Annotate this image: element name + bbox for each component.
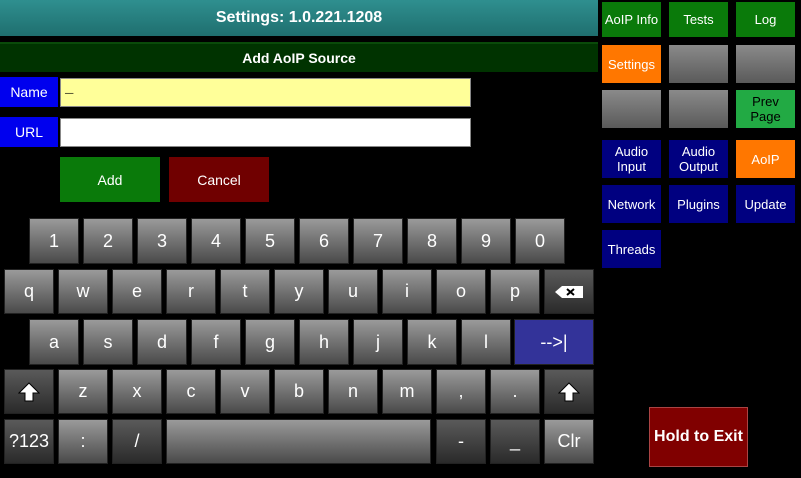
underscore-key[interactable]: _ [490,419,540,464]
name-label: Name [0,77,58,107]
nav-blank-3[interactable] [601,89,662,129]
key-row1-2[interactable]: e [112,269,162,314]
key-digits-4[interactable]: 5 [245,218,295,264]
nav-tests[interactable]: Tests [668,1,729,38]
key-row1-7[interactable]: i [382,269,432,314]
shift-icon [558,381,580,401]
nav-threads[interactable]: Threads [601,229,662,269]
key-row1-4[interactable]: t [220,269,270,314]
key-row1-0[interactable]: q [4,269,54,314]
key-row3-7[interactable]: , [436,369,486,414]
clear-key[interactable]: Clr [544,419,594,464]
key-row3-8[interactable]: . [490,369,540,414]
nav-log[interactable]: Log [735,1,796,38]
add-button[interactable]: Add [60,157,160,202]
slash-key[interactable]: / [112,419,162,464]
key-row2-4[interactable]: g [245,319,295,365]
dialog-title: Add AoIP Source [0,42,598,72]
key-row1-8[interactable]: o [436,269,486,314]
nav-audio-output[interactable]: Audio Output [668,139,729,179]
space-key[interactable] [166,419,431,464]
key-row3-5[interactable]: n [328,369,378,414]
nav-prev-page[interactable]: Prev Page [735,89,796,129]
nav-audio-input[interactable]: Audio Input [601,139,662,179]
backspace-icon [555,285,583,298]
key-row2-7[interactable]: k [407,319,457,365]
key-row1-3[interactable]: r [166,269,216,314]
key-digits-1[interactable]: 2 [83,218,133,264]
key-row2-8[interactable]: l [461,319,511,365]
key-row2-1[interactable]: s [83,319,133,365]
backspace-key[interactable] [544,269,594,314]
key-row1-5[interactable]: y [274,269,324,314]
key-digits-2[interactable]: 3 [137,218,187,264]
nav-aoip-info[interactable]: AoIP Info [601,1,662,38]
key-row1-6[interactable]: u [328,269,378,314]
key-row2-2[interactable]: d [137,319,187,365]
key-digits-5[interactable]: 6 [299,218,349,264]
cancel-button[interactable]: Cancel [169,157,269,202]
nav-settings[interactable]: Settings [601,44,662,84]
hold-to-exit-button[interactable]: Hold to Exit [649,407,748,467]
nav-network[interactable]: Network [601,184,662,224]
nav-blank-4[interactable] [668,89,729,129]
dash-key[interactable]: - [436,419,486,464]
key-row3-4[interactable]: b [274,369,324,414]
key-digits-7[interactable]: 8 [407,218,457,264]
url-input[interactable] [60,118,471,147]
tab-key[interactable]: -->| [514,319,594,365]
key-row3-6[interactable]: m [382,369,432,414]
shift-key-right[interactable] [544,369,594,414]
key-row1-9[interactable]: p [490,269,540,314]
nav-aoip[interactable]: AoIP [735,139,796,179]
key-digits-6[interactable]: 7 [353,218,403,264]
key-row3-0[interactable]: z [58,369,108,414]
url-label: URL [0,117,58,147]
key-row1-1[interactable]: w [58,269,108,314]
colon-key[interactable]: : [58,419,108,464]
nav-blank-2[interactable] [735,44,796,84]
key-row2-0[interactable]: a [29,319,79,365]
nav-blank-1[interactable] [668,44,729,84]
key-row3-1[interactable]: x [112,369,162,414]
key-digits-9[interactable]: 0 [515,218,565,264]
symbols-mode-key[interactable]: ?123 [4,419,54,464]
key-digits-3[interactable]: 4 [191,218,241,264]
key-digits-8[interactable]: 9 [461,218,511,264]
nav-plugins[interactable]: Plugins [668,184,729,224]
nav-update[interactable]: Update [735,184,796,224]
shift-icon [18,381,40,401]
key-row3-2[interactable]: c [166,369,216,414]
name-input[interactable]: _ [60,78,471,107]
page-title: Settings: 1.0.221.1208 [0,0,598,36]
shift-key-left[interactable] [4,369,54,414]
key-row2-5[interactable]: h [299,319,349,365]
key-digits-0[interactable]: 1 [29,218,79,264]
key-row2-3[interactable]: f [191,319,241,365]
key-row2-6[interactable]: j [353,319,403,365]
key-row3-3[interactable]: v [220,369,270,414]
